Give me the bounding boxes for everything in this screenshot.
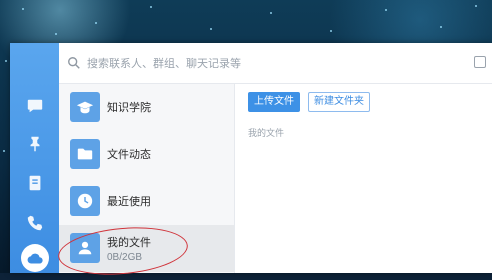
sidebar-item-label: 最近使用 (107, 196, 151, 208)
sidebar-item-label: 文件动态 (107, 149, 151, 161)
nav-rail (10, 43, 59, 273)
search-bar (59, 43, 492, 84)
search-icon (68, 57, 80, 69)
search-input[interactable] (85, 54, 389, 74)
wallpaper-star (95, 22, 97, 24)
cloud-icon[interactable] (21, 244, 49, 272)
wallpaper-star (270, 12, 272, 14)
wallpaper-star (210, 28, 212, 30)
breadcrumb: 我的文件 (248, 128, 285, 138)
sidebar-item-label: 知识学院 (107, 102, 151, 114)
pin-icon[interactable] (24, 133, 46, 155)
wallpaper-star (22, 8, 24, 10)
file-category-list: 知识学院 文件动态 最近使用 我的文件 0B/2GB (59, 84, 235, 273)
new-folder-button[interactable]: 新建文件夹 (308, 92, 370, 112)
upload-file-button[interactable]: 上传文件 (248, 92, 300, 112)
wallpaper-star (475, 5, 477, 7)
new-chat-icon[interactable] (474, 56, 486, 68)
sidebar-item-file-activity[interactable]: 文件动态 (59, 131, 234, 178)
graduation-cap-icon (70, 92, 100, 122)
sidebar-item-label: 我的文件 (107, 237, 151, 249)
sidebar-item-recent[interactable]: 最近使用 (59, 178, 234, 225)
storage-usage: 0B/2GB (107, 252, 143, 263)
wallpaper-star (440, 26, 442, 28)
wallpaper-star (5, 60, 7, 62)
chat-icon[interactable] (24, 95, 46, 117)
sidebar-item-my-files[interactable]: 我的文件 0B/2GB (59, 225, 234, 272)
wallpaper-star (3, 150, 5, 152)
sidebar-item-knowledge-academy[interactable]: 知识学院 (59, 84, 234, 131)
user-icon (70, 233, 100, 263)
wallpaper-star (330, 30, 332, 32)
wallpaper-star (385, 9, 387, 11)
app-window: 知识学院 文件动态 最近使用 我的文件 0B/2GB 上传文件 新建文件夹 我的… (10, 43, 492, 280)
folder-icon (70, 139, 100, 169)
wallpaper-star (150, 6, 152, 8)
file-content-pane: 上传文件 新建文件夹 我的文件 (235, 84, 492, 273)
phone-icon[interactable] (24, 212, 46, 234)
notebook-icon[interactable] (24, 172, 46, 194)
wallpaper-star (55, 33, 57, 35)
clock-icon (70, 186, 100, 216)
